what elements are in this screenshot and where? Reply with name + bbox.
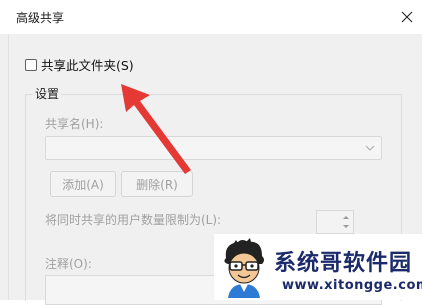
checkbox-box[interactable] — [25, 58, 37, 71]
comment-label: 注释(O): — [45, 257, 92, 271]
close-button[interactable] — [392, 0, 422, 34]
window-title: 高级共享 — [16, 11, 65, 25]
watermark-url: www.xitongge.com — [282, 278, 422, 293]
watermark: 系统哥软件园 www.xitongge.com — [214, 234, 422, 300]
spin-down-icon[interactable] — [341, 222, 351, 231]
settings-group-title: 设置 — [33, 85, 62, 102]
share-name-dropdown[interactable] — [45, 136, 382, 160]
remove-button[interactable]: 删除(R) — [121, 171, 193, 197]
close-icon — [401, 11, 413, 23]
spin-up-icon[interactable] — [341, 213, 351, 222]
add-button[interactable]: 添加(A) — [50, 171, 116, 197]
share-folder-label[interactable]: 共享此文件夹(S) — [41, 55, 134, 74]
user-limit-label: 将同时共享的用户数量限制为(L): — [45, 213, 222, 227]
mascot-logo — [224, 238, 264, 298]
watermark-title: 系统哥软件园 — [274, 251, 413, 276]
share-folder-checkbox[interactable]: 共享此文件夹(S) — [25, 55, 134, 74]
chevron-down-icon — [365, 145, 375, 151]
title-bar: 高级共享 — [0, 0, 422, 34]
user-limit-spinner[interactable] — [316, 210, 354, 234]
share-name-label: 共享名(H): — [45, 117, 104, 131]
